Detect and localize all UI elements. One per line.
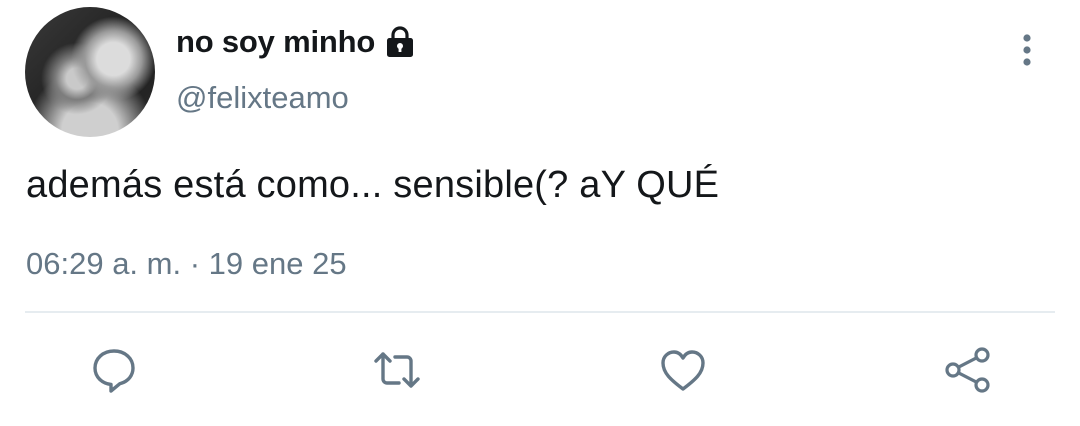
divider xyxy=(25,311,1055,313)
retweet-button[interactable] xyxy=(371,346,423,398)
lock-icon xyxy=(383,25,417,59)
tweet-timestamp: 06:29 a. m. · 19 ene 25 xyxy=(26,246,347,282)
share-button[interactable] xyxy=(942,346,994,398)
avatar[interactable] xyxy=(25,7,155,137)
tweet-text: además está como... sensible(? aY QUÉ xyxy=(26,164,720,206)
tweet-time: 06:29 a. m. xyxy=(26,246,182,281)
author-name-row: no soy minho xyxy=(176,24,417,60)
user-handle[interactable]: @felixteamo xyxy=(176,80,349,116)
tweet-date: 19 ene 25 xyxy=(208,246,347,281)
display-name[interactable]: no soy minho xyxy=(176,24,375,60)
reply-icon xyxy=(90,346,138,399)
like-button[interactable] xyxy=(657,346,709,398)
meta-separator: · xyxy=(189,246,201,281)
share-icon xyxy=(944,346,992,399)
reply-button[interactable] xyxy=(88,346,140,398)
retweet-icon xyxy=(373,346,421,399)
heart-icon xyxy=(659,346,707,399)
more-vertical-icon[interactable] xyxy=(1012,32,1042,68)
